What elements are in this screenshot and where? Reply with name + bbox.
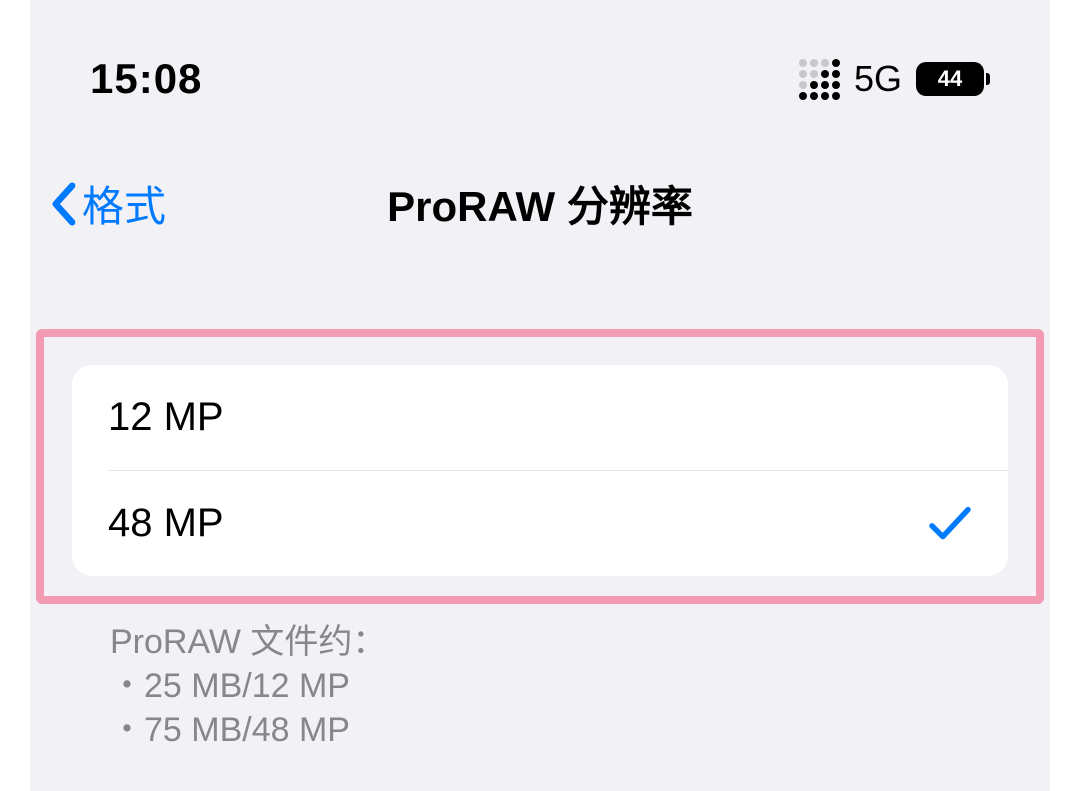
highlight-annotation: 12 MP 48 MP (36, 329, 1044, 604)
chevron-left-icon (50, 182, 76, 226)
battery-icon: 44 (916, 62, 990, 96)
footer-header: ProRAW 文件约： (110, 620, 1050, 664)
option-label: 48 MP (108, 501, 224, 546)
status-right: 5G 44 (799, 58, 990, 100)
back-button[interactable]: 格式 (50, 173, 166, 234)
battery-level: 44 (938, 66, 962, 92)
footer-line-1: ・25 MB/12 MP (110, 664, 1050, 708)
network-label: 5G (854, 58, 902, 100)
option-12mp[interactable]: 12 MP (72, 365, 1008, 470)
back-label: 格式 (82, 173, 166, 234)
option-label: 12 MP (108, 395, 224, 440)
option-48mp[interactable]: 48 MP (72, 471, 1008, 576)
footer-text: ProRAW 文件约： ・25 MB/12 MP ・75 MB/48 MP (30, 604, 1050, 753)
status-bar: 15:08 5G 44 (30, 0, 1050, 123)
signal-icon (799, 59, 840, 100)
footer-line-2: ・75 MB/48 MP (110, 708, 1050, 752)
resolution-options-list: 12 MP 48 MP (72, 365, 1008, 576)
check-icon (928, 506, 972, 542)
status-time: 15:08 (90, 55, 202, 103)
page-title: ProRAW 分辨率 (387, 173, 693, 234)
settings-screen: 15:08 5G 44 格式 ProRAW 分辨率 (30, 0, 1050, 791)
nav-bar: 格式 ProRAW 分辨率 (30, 123, 1050, 264)
